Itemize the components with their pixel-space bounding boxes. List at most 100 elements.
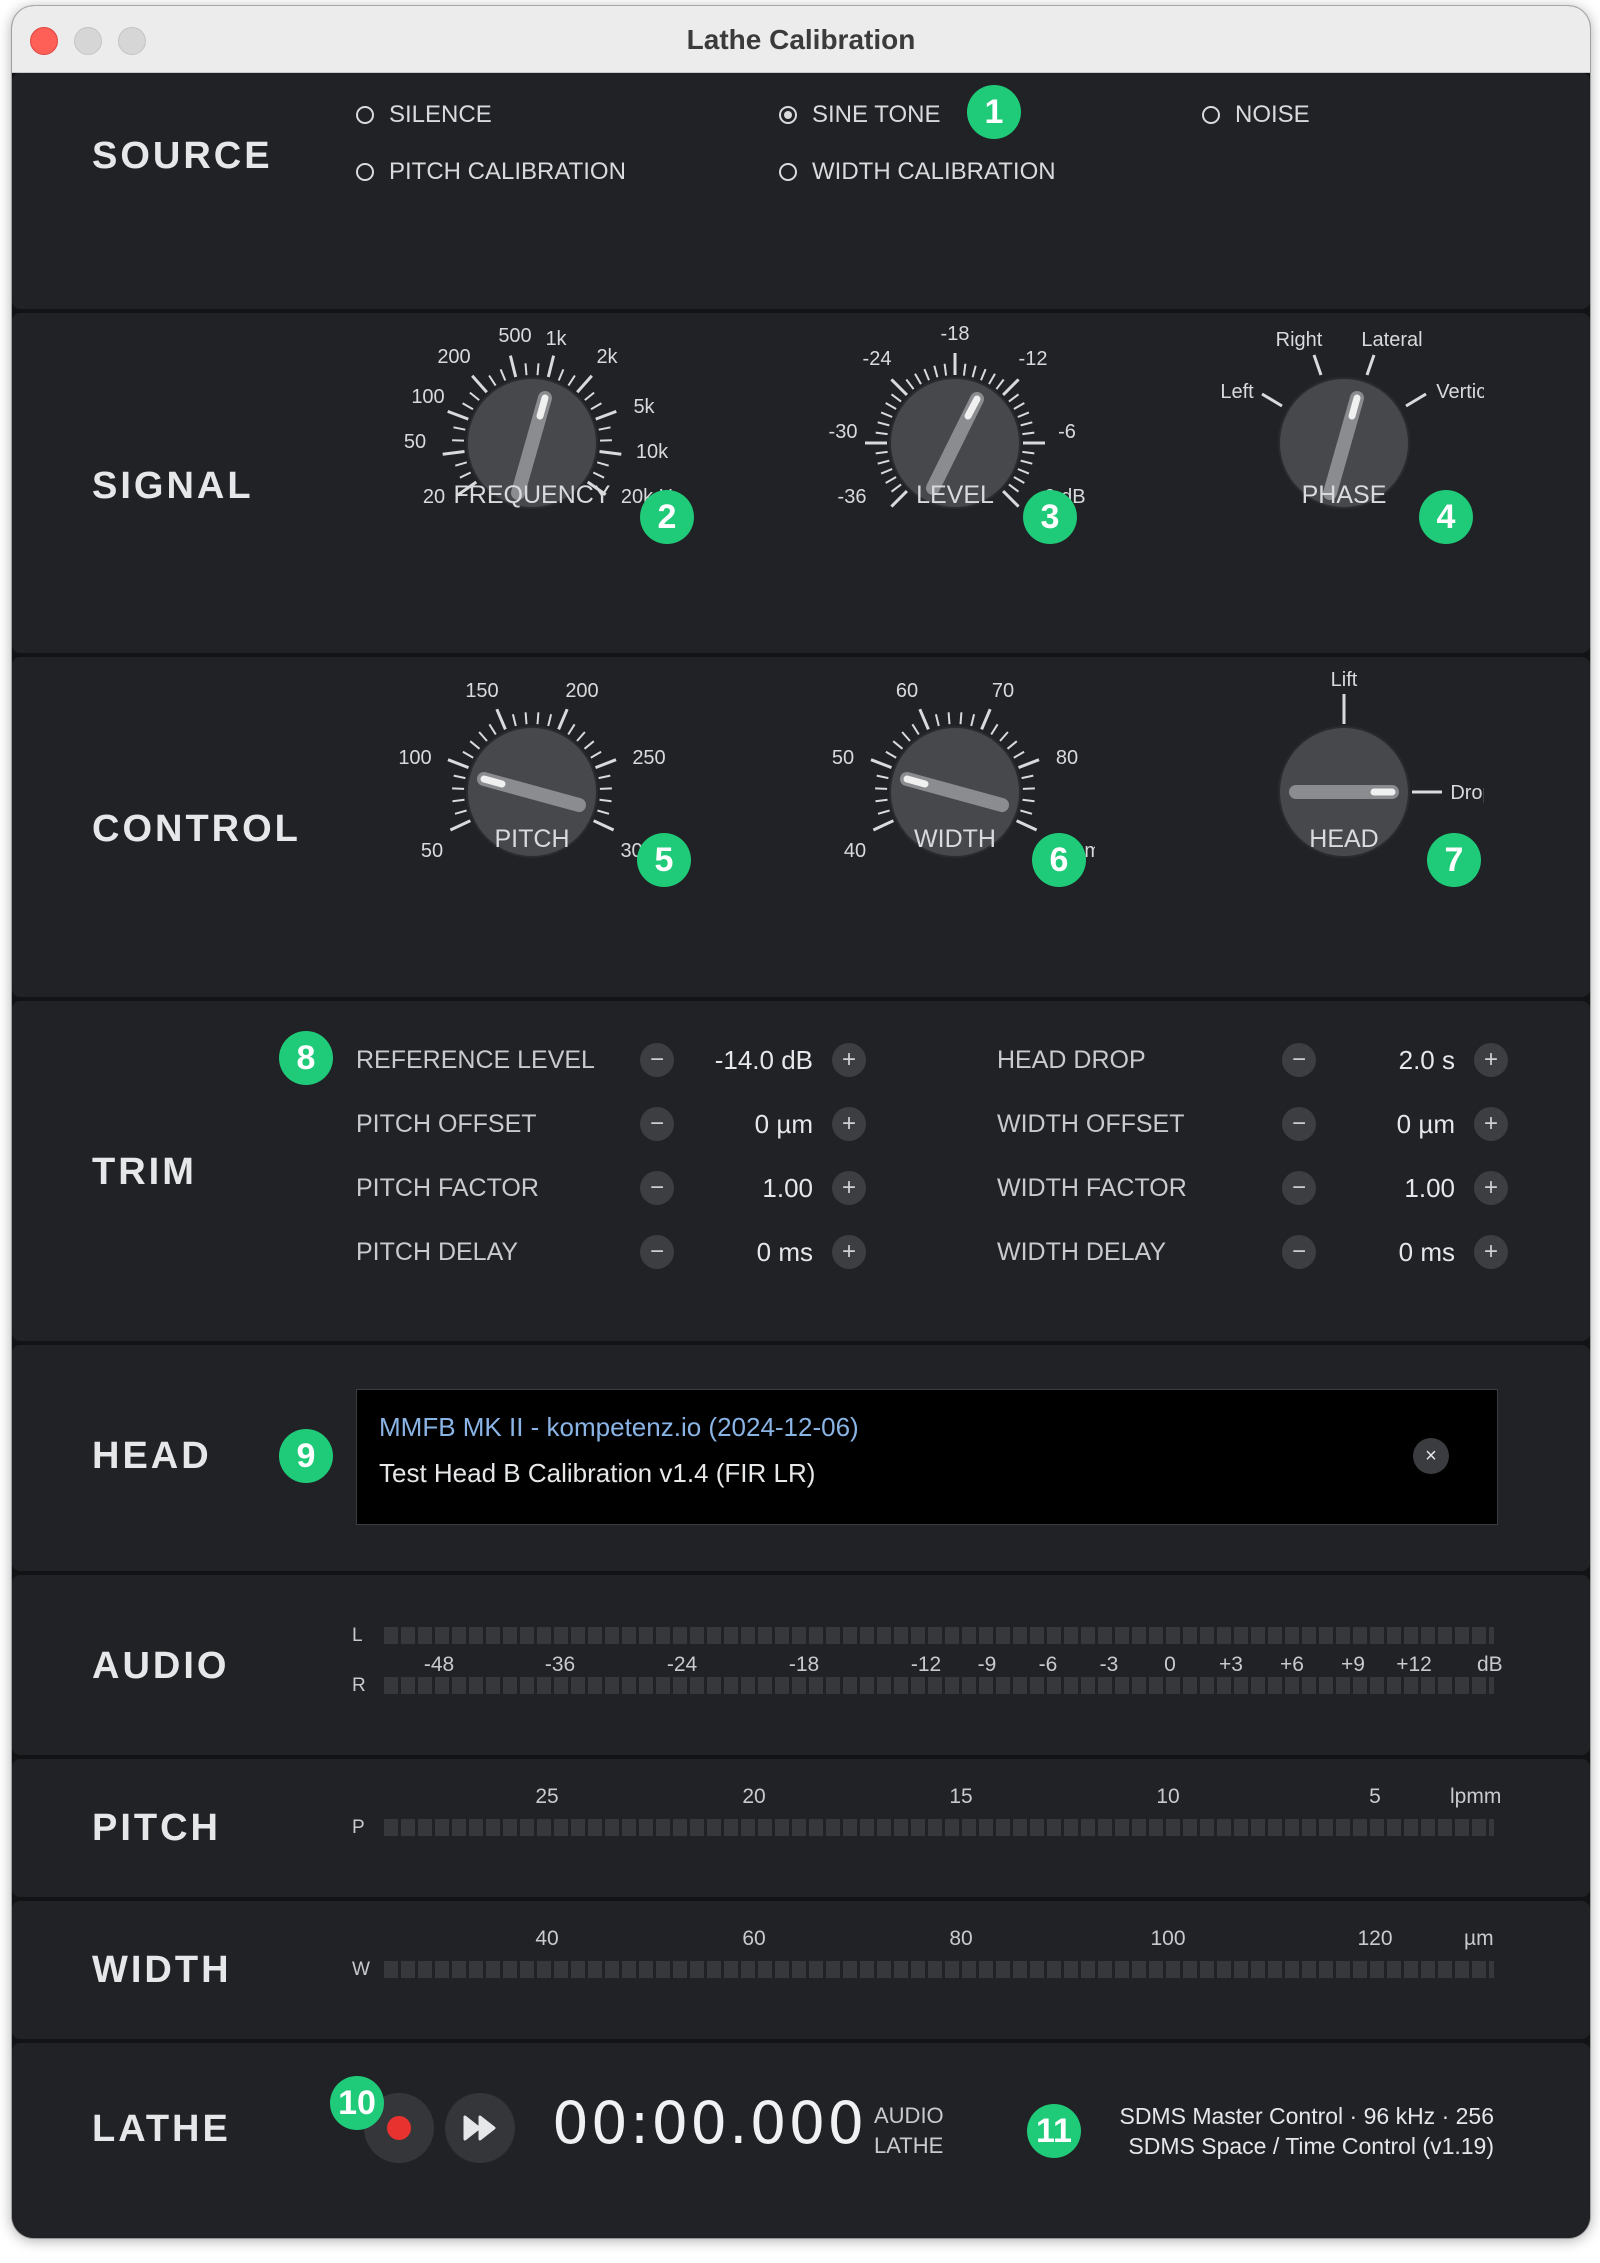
width-factor-plus-button[interactable]: + bbox=[1474, 1171, 1508, 1205]
width-delay-plus-button[interactable]: + bbox=[1474, 1235, 1508, 1269]
mode-lathe-label[interactable]: LATHE bbox=[874, 2133, 943, 2159]
minor-tick bbox=[1017, 411, 1030, 418]
minor-tick bbox=[1022, 787, 1035, 790]
pitch-factor-value: 1.00 bbox=[762, 1173, 813, 1203]
pitch-offset-minus-button[interactable]: − bbox=[640, 1107, 674, 1141]
clear-head-button[interactable]: × bbox=[1413, 1438, 1449, 1474]
minor-tick bbox=[905, 378, 915, 390]
width-offset-plus-button[interactable]: + bbox=[1474, 1107, 1508, 1141]
radio-label: PITCH CALIBRATION bbox=[389, 158, 626, 185]
minor-tick bbox=[454, 809, 467, 815]
minor-tick bbox=[557, 369, 565, 381]
minor-tick bbox=[943, 363, 948, 376]
major-tick bbox=[870, 758, 893, 769]
head-drop-plus-button[interactable]: + bbox=[1474, 1043, 1508, 1077]
trim-label-pitch-factor: PITCH FACTOR bbox=[356, 1174, 539, 1202]
radio-sine-tone[interactable]: SINE TONE bbox=[779, 101, 940, 129]
minor-tick bbox=[488, 374, 497, 387]
annotation-badge-2: 2 bbox=[640, 490, 694, 544]
radio-dot-selected bbox=[779, 106, 797, 124]
fast-forward-button[interactable] bbox=[445, 2093, 515, 2163]
minor-tick bbox=[453, 774, 466, 780]
radio-dot bbox=[356, 163, 374, 181]
width-delay-value: 0 ms bbox=[1398, 1237, 1455, 1267]
width-offset-minus-button[interactable]: − bbox=[1282, 1107, 1316, 1141]
major-tick bbox=[557, 708, 569, 730]
mode-audio-label[interactable]: AUDIO bbox=[874, 2103, 944, 2129]
major-tick bbox=[442, 450, 465, 456]
minor-tick bbox=[597, 809, 610, 815]
width-factor-minus-button[interactable]: − bbox=[1282, 1171, 1316, 1205]
audio-scale-label: +12 bbox=[1396, 1653, 1432, 1676]
width-scale-label: 40 bbox=[535, 1927, 559, 1950]
section-title-pitch: PITCH bbox=[92, 1807, 221, 1849]
width-delay-minus-button[interactable]: − bbox=[1282, 1235, 1316, 1269]
pitch-tick-label: 150 bbox=[465, 680, 498, 702]
trim-label-head-drop: HEAD DROP bbox=[997, 1046, 1146, 1074]
pitch-delay-minus-button[interactable]: − bbox=[640, 1235, 674, 1269]
audio-channel-right-label: R bbox=[352, 1675, 366, 1696]
section-title-lathe: LATHE bbox=[92, 2108, 231, 2150]
minor-tick bbox=[1022, 431, 1035, 436]
minor-tick bbox=[1006, 740, 1018, 750]
minor-tick bbox=[1022, 450, 1035, 455]
radio-width-calibration[interactable]: WIDTH CALIBRATION bbox=[779, 158, 1056, 186]
pitch-factor-plus-button[interactable]: + bbox=[832, 1171, 866, 1205]
width-scale-label: 60 bbox=[742, 1927, 766, 1950]
section-title-trim: TRIM bbox=[92, 1151, 197, 1193]
title-bar: Lathe Calibration bbox=[12, 6, 1590, 73]
width-scale-label: 100 bbox=[1150, 1927, 1186, 1950]
section-title-source: SOURCE bbox=[92, 135, 273, 177]
minor-tick bbox=[980, 368, 987, 381]
pitch-tick-label: 200 bbox=[565, 680, 598, 702]
reference-level-plus-button[interactable]: + bbox=[832, 1043, 866, 1077]
pitch-scale-label: 15 bbox=[949, 1785, 973, 1808]
audio-scale-label: -36 bbox=[544, 1653, 576, 1676]
minor-tick bbox=[524, 363, 528, 376]
trim-label-pitch-offset: PITCH OFFSET bbox=[356, 1110, 537, 1138]
radio-dot bbox=[1202, 106, 1220, 124]
head-drop-minus-button[interactable]: − bbox=[1282, 1043, 1316, 1077]
pitch-meter-section: PITCH 25 20 15 10 5 lpmm P bbox=[12, 1759, 1590, 1897]
major-tick bbox=[599, 450, 622, 456]
pitch-offset-plus-button[interactable]: + bbox=[832, 1107, 866, 1141]
pitch-factor-minus-button[interactable]: − bbox=[640, 1171, 674, 1205]
audio-section: AUDIO L -48 -36 -24 -18 -12 -9 -6 -3 0 +… bbox=[12, 1575, 1590, 1755]
head-profile-box[interactable]: MMFB MK II - kompetenz.io (2024-12-06) T… bbox=[356, 1389, 1498, 1525]
reference-level-minus-button[interactable]: − bbox=[640, 1043, 674, 1077]
minor-tick bbox=[875, 798, 888, 803]
head-profile-source[interactable]: MMFB MK II - kompetenz.io (2024-12-06) bbox=[379, 1412, 859, 1443]
width-factor-value: 1.00 bbox=[1404, 1173, 1455, 1203]
section-title-control: CONTROL bbox=[92, 808, 301, 850]
frequency-label: FREQUENCY bbox=[453, 481, 611, 509]
radio-silence[interactable]: SILENCE bbox=[356, 101, 492, 129]
pitch-tick-label: 250 bbox=[632, 747, 665, 769]
minor-tick bbox=[876, 774, 889, 780]
minor-tick bbox=[875, 450, 888, 455]
head-profile-name: Test Head B Calibration v1.4 (FIR LR) bbox=[379, 1458, 816, 1488]
minor-tick bbox=[499, 369, 507, 381]
frequency-knob[interactable]: 20 50 100 200 500 1k 2k 5k 10k 20k Hz bbox=[392, 313, 672, 563]
minor-tick bbox=[478, 731, 488, 742]
level-tick-label: -24 bbox=[863, 348, 892, 370]
minor-tick bbox=[995, 378, 1005, 390]
minor-tick bbox=[453, 426, 466, 431]
minor-tick bbox=[576, 731, 586, 742]
audio-meter-left bbox=[384, 1627, 1494, 1644]
radio-noise[interactable]: NOISE bbox=[1202, 101, 1310, 129]
minor-tick bbox=[911, 723, 920, 736]
annotation-badge-10: 10 bbox=[330, 2076, 384, 2130]
major-tick bbox=[546, 355, 556, 378]
minor-tick bbox=[988, 373, 996, 385]
radio-pitch-calibration[interactable]: PITCH CALIBRATION bbox=[356, 158, 626, 186]
pitch-knob[interactable]: 50 100 150 200 250 300 µm bbox=[392, 657, 672, 907]
minor-tick bbox=[914, 373, 922, 385]
radio-dot bbox=[779, 163, 797, 181]
major-tick bbox=[1002, 378, 1020, 396]
pitch-scale-label: 25 bbox=[535, 1785, 559, 1808]
pitch-scale-label: 10 bbox=[1156, 1785, 1180, 1808]
minor-tick bbox=[1008, 393, 1020, 403]
minor-tick bbox=[488, 723, 497, 736]
phase-tick-label: Left bbox=[1220, 381, 1254, 403]
pitch-delay-plus-button[interactable]: + bbox=[832, 1235, 866, 1269]
